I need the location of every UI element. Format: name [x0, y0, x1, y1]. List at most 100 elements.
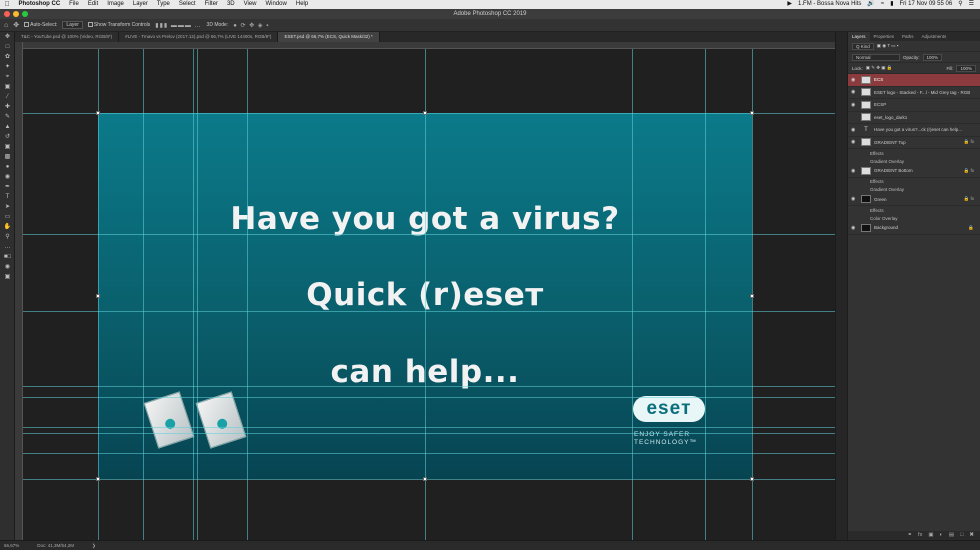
- pen-tool-icon[interactable]: ✒: [0, 182, 15, 192]
- guide-horizontal[interactable]: [23, 433, 835, 434]
- menu-3d[interactable]: 3D: [222, 0, 239, 9]
- eye-icon[interactable]: ◉: [851, 77, 858, 83]
- layer-row-text[interactable]: ◉ T Have you got a virus?...ck (r)eset c…: [848, 124, 980, 137]
- guide-horizontal[interactable]: [23, 453, 835, 454]
- path-select-icon[interactable]: ➤: [0, 202, 15, 212]
- fx-icon[interactable]: 🔒 fx: [964, 196, 980, 202]
- healing-brush-icon[interactable]: ✚: [0, 102, 15, 112]
- now-playing-label[interactable]: 1.FM - Bossa Nova Hits: [798, 0, 861, 9]
- layer-row-eset-logo[interactable]: ◉ ESET logo - Stacked - F...l - Mid Grey…: [848, 87, 980, 99]
- transform-handle[interactable]: [750, 477, 754, 481]
- minimize-window-button[interactable]: [13, 11, 19, 17]
- clock-label[interactable]: Fri 17 Nov 09 55 06: [900, 0, 953, 9]
- canvas-area[interactable]: Have you got a virus? Quick (r)eseт can …: [23, 49, 835, 540]
- transform-handle[interactable]: [96, 294, 100, 298]
- lock-icons[interactable]: ▣ ✎ ✥ ▣ 🔒: [866, 65, 893, 71]
- menu-select[interactable]: Select: [174, 0, 200, 9]
- guide-vertical[interactable]: [705, 49, 706, 540]
- doc-tab-live[interactable]: #LIVE - Tmavo vs Prelov (2017.12).psd @ …: [119, 32, 279, 42]
- volume-icon[interactable]: 🔊: [867, 0, 874, 9]
- layer-filter-dropdown[interactable]: Q Kind: [852, 42, 874, 50]
- guide-horizontal[interactable]: [23, 479, 835, 480]
- color-swatches-icon[interactable]: ■□: [0, 252, 15, 262]
- search-icon[interactable]: ⚲: [958, 0, 962, 9]
- horizontal-ruler[interactable]: [23, 42, 835, 49]
- hand-tool-icon[interactable]: ✋: [0, 222, 15, 232]
- layer-row-eset-logo-dark[interactable]: eset_logo_dark1: [848, 112, 980, 124]
- menu-view[interactable]: View: [239, 0, 261, 9]
- layer-row-gradient-top[interactable]: ◉ GRADIENT Top 🔒 fx: [848, 137, 980, 149]
- auto-select-checkbox[interactable]: Auto-Select:: [24, 22, 57, 28]
- menu-list-icon[interactable]: ☰: [969, 0, 974, 9]
- fx-icon[interactable]: 🔒 fx: [964, 168, 980, 174]
- rectangle-tool-icon[interactable]: ▭: [0, 212, 15, 222]
- layer-row-ecs[interactable]: ◉ ECS: [848, 74, 980, 87]
- doc-tab-youtube[interactable]: T&C - YouTube.psd @ 100% (Video, RGB/8*): [15, 32, 120, 42]
- new-group-icon[interactable]: ▤: [949, 531, 954, 540]
- link-layers-icon[interactable]: ⚭: [907, 531, 912, 540]
- close-window-button[interactable]: [4, 11, 10, 17]
- apple-icon[interactable]: : [0, 0, 14, 9]
- wifi-icon[interactable]: ≈: [881, 0, 884, 9]
- menu-edit[interactable]: Edit: [83, 0, 102, 9]
- auto-select-dropdown[interactable]: Layer: [62, 21, 83, 29]
- marquee-tool-icon[interactable]: □: [0, 42, 15, 52]
- blur-tool-icon[interactable]: ●: [0, 162, 15, 172]
- move-tool-icon[interactable]: ✥: [0, 32, 15, 42]
- menu-help[interactable]: Help: [291, 0, 312, 9]
- eraser-tool-icon[interactable]: ▣: [0, 142, 15, 152]
- guide-horizontal[interactable]: [23, 427, 835, 428]
- tab-adjustments[interactable]: Adjustments: [918, 32, 951, 41]
- menu-window[interactable]: Window: [261, 0, 291, 9]
- doc-size[interactable]: Doc: 41,3M/54,2M: [37, 541, 74, 550]
- doc-tab-eset[interactable]: ESET.psd @ 66,7% (ECS, Quick Mask/32) *: [278, 32, 380, 42]
- transform-handle[interactable]: [423, 477, 427, 481]
- align-icons[interactable]: ▮▮▮ ▬▬▬ …: [155, 22, 201, 29]
- show-transform-checkbox[interactable]: Show Transform Controls: [87, 22, 150, 28]
- dodge-tool-icon[interactable]: ◉: [0, 172, 15, 182]
- brush-tool-icon[interactable]: ✎: [0, 112, 15, 122]
- menu-image[interactable]: Image: [103, 0, 129, 9]
- trash-icon[interactable]: ✖: [969, 531, 974, 540]
- guide-horizontal[interactable]: [23, 234, 835, 235]
- screen-mode-icon[interactable]: ▣: [0, 272, 15, 282]
- layer-effects-row[interactable]: Effects: [848, 178, 980, 186]
- new-layer-icon[interactable]: □: [960, 531, 963, 540]
- opacity-field[interactable]: 100%: [922, 53, 943, 61]
- zoom-window-button[interactable]: [22, 11, 28, 17]
- guide-horizontal[interactable]: [23, 311, 835, 312]
- layer-row-gradient-bottom[interactable]: ◉ GRADIENT Bottom 🔒 fx: [848, 165, 980, 178]
- 3d-mode-icons[interactable]: ● ⟳ ✥ ◈ ▪: [233, 22, 269, 29]
- tab-properties[interactable]: Properties: [870, 32, 899, 41]
- menu-type[interactable]: Type: [152, 0, 174, 9]
- guide-vertical[interactable]: [425, 49, 426, 540]
- transform-handle[interactable]: [750, 294, 754, 298]
- blend-mode-dropdown[interactable]: Normal: [852, 53, 900, 61]
- tab-paths[interactable]: Paths: [898, 32, 918, 41]
- zoom-tool-icon[interactable]: ⚲: [0, 232, 15, 242]
- menu-layer[interactable]: Layer: [128, 0, 152, 9]
- layer-effect-gradient-overlay[interactable]: Gradient Overlay: [848, 157, 980, 165]
- guide-vertical[interactable]: [193, 49, 194, 540]
- status-arrow-icon[interactable]: ❯: [92, 541, 96, 550]
- eye-icon[interactable]: ◉: [851, 102, 858, 108]
- transform-handle[interactable]: [423, 111, 427, 115]
- eyedropper-icon[interactable]: ⁄: [0, 92, 15, 102]
- menu-file[interactable]: File: [65, 0, 84, 9]
- transform-handle[interactable]: [750, 111, 754, 115]
- eye-icon[interactable]: ◉: [851, 168, 858, 174]
- play-icon[interactable]: ▶: [787, 0, 792, 9]
- layer-effects-row[interactable]: Effects: [848, 149, 980, 157]
- filter-icons[interactable]: ▣ ◉ T ▭ ▪: [877, 43, 899, 49]
- zoom-level[interactable]: 66,67%: [4, 541, 19, 550]
- crop-tool-icon[interactable]: ⌖: [0, 72, 15, 82]
- guide-vertical[interactable]: [143, 49, 144, 540]
- menu-app-name[interactable]: Photoshop CC: [14, 0, 65, 9]
- history-brush-icon[interactable]: ↺: [0, 132, 15, 142]
- lock-icon[interactable]: 🔒: [968, 225, 980, 231]
- fill-field[interactable]: 100%: [956, 64, 976, 72]
- eye-icon[interactable]: ◉: [851, 139, 858, 145]
- eye-icon[interactable]: ◉: [851, 225, 858, 231]
- lasso-tool-icon[interactable]: ✿: [0, 52, 15, 62]
- menu-filter[interactable]: Filter: [200, 0, 222, 9]
